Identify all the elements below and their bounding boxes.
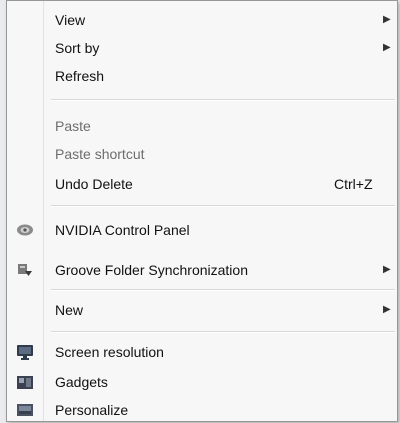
menu-item-label: View [55,12,86,28]
menu-item-label: Paste [55,118,91,134]
menu-item-label: Gadgets [55,374,108,390]
menu-item-label: NVIDIA Control Panel [55,222,190,238]
menu-item-sort-by[interactable]: Sort by ▶ [7,35,397,61]
menu-item-label: Refresh [55,68,105,84]
submenu-arrow-icon: ▶ [383,14,391,25]
personalize-icon [16,401,34,419]
menu-item-groove-folder-synchronization[interactable]: Groove Folder Synchronization ▶ [7,257,397,283]
menu-item-screen-resolution[interactable]: Screen resolution [7,339,397,365]
menu-item-paste: Paste [7,113,397,139]
menu-item-label: Personalize [55,402,129,418]
menu-item-nvidia-control-panel[interactable]: NVIDIA Control Panel [7,217,397,243]
menu-item-label: New [55,302,84,318]
menu-item-gadgets[interactable]: Gadgets [7,369,397,395]
submenu-arrow-icon: ▶ [383,304,391,315]
menu-item-personalize[interactable]: Personalize [7,397,397,423]
groove-sync-icon [16,261,34,279]
menu-item-label: Sort by [55,40,100,56]
menu-item-paste-shortcut: Paste shortcut [7,141,397,167]
submenu-arrow-icon: ▶ [383,264,391,275]
menu-separator [51,331,395,333]
submenu-arrow-icon: ▶ [383,42,391,53]
keyboard-shortcut: Ctrl+Z [334,176,373,192]
menu-item-refresh[interactable]: Refresh [7,63,397,89]
menu-separator [51,205,395,207]
screen-resolution-icon [16,343,34,361]
menu-separator [51,289,395,291]
nvidia-icon [16,221,34,239]
menu-item-label: Undo Delete [55,176,133,192]
menu-item-new[interactable]: New ▶ [7,297,397,323]
menu-item-undo-delete[interactable]: Undo Delete Ctrl+Z [7,171,397,197]
menu-item-label: Paste shortcut [55,146,145,162]
desktop-context-menu: View ▶ Sort by ▶ Refresh Paste Paste sho… [6,0,398,422]
menu-separator [51,99,395,101]
menu-item-view[interactable]: View ▶ [7,7,397,33]
gadgets-icon [16,373,34,391]
menu-item-label: Screen resolution [55,344,164,360]
menu-item-label: Groove Folder Synchronization [55,262,248,278]
